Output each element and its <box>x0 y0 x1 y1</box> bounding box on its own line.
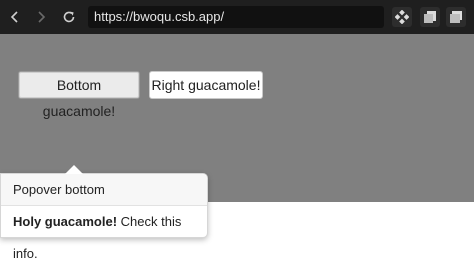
popover-body-bold: Holy guacamole! <box>13 214 118 229</box>
bottom-guacamole-button[interactable]: Bottom guacamole! <box>18 71 140 119</box>
back-icon[interactable] <box>4 6 26 28</box>
popover-header: Popover bottom <box>1 174 207 206</box>
popover-arrow <box>65 165 83 174</box>
popover: Popover bottom Holy guacamole! Check thi… <box>0 165 208 261</box>
extension-icon[interactable] <box>392 7 412 27</box>
copy-icon[interactable] <box>420 7 440 27</box>
forward-icon[interactable] <box>30 6 52 28</box>
address-bar[interactable]: https://bwoqu.csb.app/ <box>88 6 384 28</box>
popover-body: Holy guacamole! Check this info. <box>1 206 207 270</box>
tabs-icon[interactable] <box>446 7 466 27</box>
reload-icon[interactable] <box>58 6 80 28</box>
right-guacamole-button[interactable]: Right guacamole! <box>149 71 263 99</box>
browser-toolbar: https://bwoqu.csb.app/ <box>0 0 474 34</box>
